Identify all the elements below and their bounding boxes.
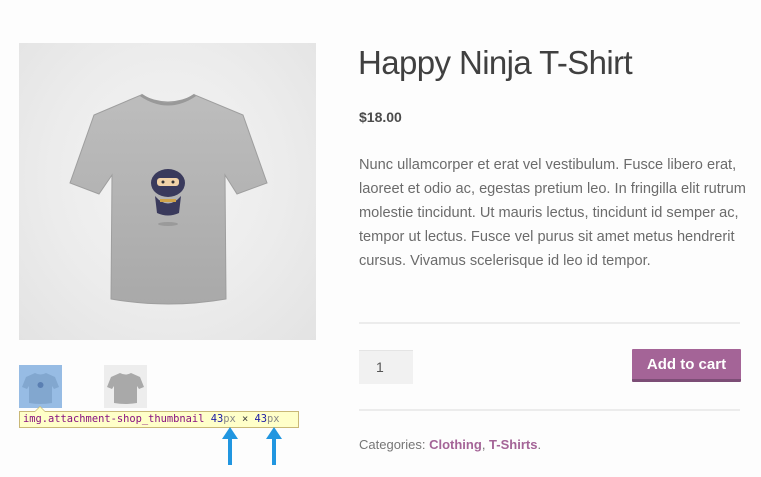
product-title: Happy Ninja T-Shirt (358, 44, 633, 81)
product-main-image[interactable] (19, 43, 316, 340)
categories-label: Categories: (359, 437, 430, 452)
category-separator: , (481, 437, 490, 452)
category-link-tshirts[interactable]: T-Shirts (489, 437, 537, 452)
quantity-input[interactable]: 1 (359, 350, 413, 384)
category-link-clothing[interactable]: Clothing (429, 437, 482, 452)
product-description: Nunc ullamcorper et erat vel vestibulum.… (359, 157, 746, 269)
tshirt-thumbnail-image (107, 373, 144, 404)
element-highlight-overlay (19, 365, 62, 408)
tooltip-height: 43 (254, 413, 268, 425)
tooltip-times: × (241, 413, 249, 425)
product-categories: Categories: Clothing, T-Shirts. (359, 437, 541, 452)
product-price: $18.00 (359, 109, 402, 125)
arrow-up-icon (266, 427, 282, 465)
devtools-element-tooltip: img.attachment-shop_thumbnail 43px × 43p… (19, 406, 299, 428)
categories-end: . (537, 437, 542, 452)
tooltip-width-unit: px (223, 413, 236, 425)
divider (359, 409, 740, 411)
arrow-up-icon (222, 427, 238, 465)
tooltip-height-unit: px (267, 413, 280, 425)
thumbnail-2[interactable] (104, 365, 147, 408)
tshirt-image (69, 93, 268, 305)
thumbnail-1[interactable] (19, 365, 62, 408)
tooltip-width: 43 (210, 413, 224, 425)
tooltip-arrow-icon (34, 406, 46, 412)
divider (359, 322, 740, 324)
add-to-cart-button[interactable]: Add to cart (632, 349, 741, 382)
tooltip-selector: img.attachment-shop_thumbnail (23, 413, 205, 425)
